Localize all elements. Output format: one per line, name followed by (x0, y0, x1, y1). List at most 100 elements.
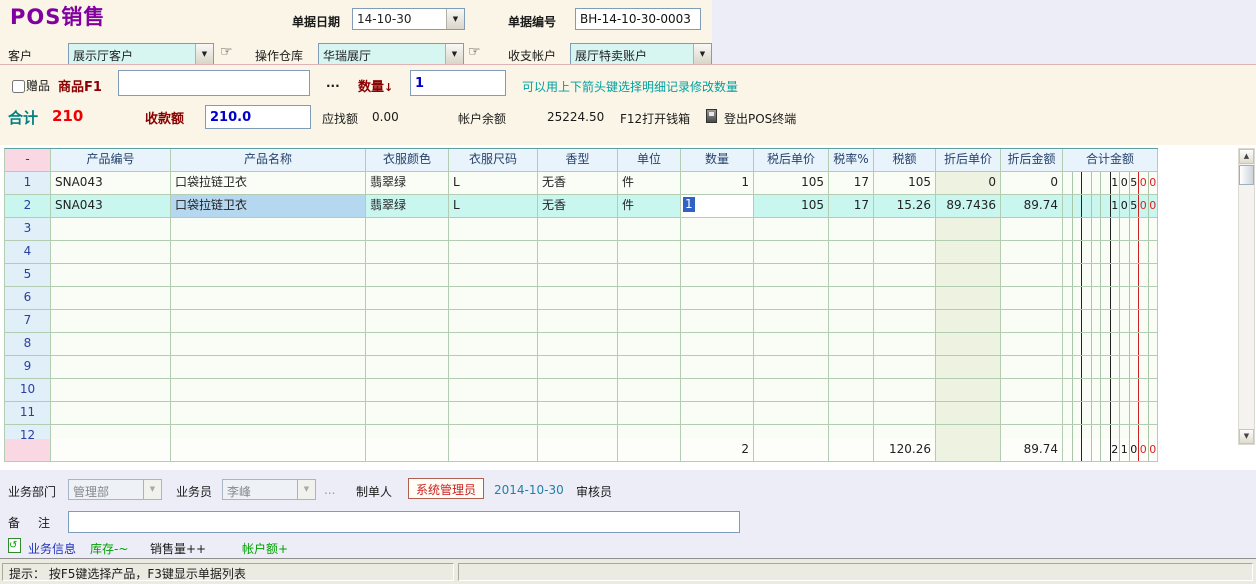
table-row[interactable]: 6 (5, 287, 1158, 310)
doc-date-dropdown-button[interactable]: ▼ (446, 9, 464, 29)
table-cell[interactable] (449, 264, 538, 286)
table-cell[interactable]: 无香 (538, 195, 618, 217)
table-cell[interactable] (681, 379, 754, 401)
table-cell[interactable] (538, 264, 618, 286)
table-cell[interactable] (51, 241, 171, 263)
note-input[interactable] (68, 511, 740, 533)
table-header-cell[interactable]: 折后金额 (1001, 149, 1063, 171)
table-cell[interactable]: 口袋拉链卫衣 (171, 195, 366, 217)
table-cell[interactable]: 11 (5, 402, 51, 424)
table-cell[interactable] (936, 425, 1001, 439)
table-cell[interactable] (874, 218, 936, 240)
received-input[interactable] (205, 105, 311, 129)
table-cell[interactable] (449, 241, 538, 263)
table-cell[interactable] (936, 264, 1001, 286)
table-cell[interactable] (449, 287, 538, 309)
table-cell[interactable] (681, 356, 754, 378)
table-cell[interactable] (449, 356, 538, 378)
table-header-cell[interactable]: 税率% (829, 149, 874, 171)
table-cell[interactable] (754, 356, 829, 378)
table-row[interactable]: 3 (5, 218, 1158, 241)
table-row[interactable]: 10 (5, 379, 1158, 402)
table-cell[interactable] (171, 333, 366, 355)
table-cell[interactable] (754, 310, 829, 332)
table-cell[interactable]: 105 (754, 195, 829, 217)
table-cell[interactable] (1063, 333, 1158, 355)
table-cell[interactable] (1001, 402, 1063, 424)
table-cell[interactable] (1063, 264, 1158, 286)
customer-combobox[interactable]: 展示厅客户 ▼ (68, 43, 214, 65)
table-header-cell[interactable]: 税后单价 (754, 149, 829, 171)
warehouse-dropdown-button[interactable]: ▼ (445, 44, 463, 64)
table-cell[interactable] (1063, 402, 1158, 424)
table-cell[interactable] (874, 402, 936, 424)
table-cell[interactable] (366, 287, 449, 309)
table-cell[interactable] (681, 310, 754, 332)
account-dropdown-button[interactable]: ▼ (693, 44, 711, 64)
table-cell[interactable] (1063, 241, 1158, 263)
table-cell[interactable] (874, 310, 936, 332)
table-cell[interactable] (681, 218, 754, 240)
doc-no-input[interactable] (575, 8, 701, 30)
table-cell[interactable] (51, 287, 171, 309)
table-cell[interactable] (829, 310, 874, 332)
table-header-cell[interactable]: 衣服尺码 (449, 149, 538, 171)
table-cell[interactable] (366, 333, 449, 355)
table-cell[interactable] (874, 287, 936, 309)
table-cell[interactable] (618, 287, 681, 309)
table-cell[interactable]: 15.26 (874, 195, 936, 217)
table-cell[interactable] (754, 425, 829, 439)
table-row[interactable]: 8 (5, 333, 1158, 356)
table-cell[interactable] (829, 287, 874, 309)
table-cell[interactable]: 3 (5, 218, 51, 240)
table-cell[interactable] (618, 379, 681, 401)
table-cell[interactable]: 105 (874, 172, 936, 194)
table-cell[interactable] (754, 287, 829, 309)
table-header-cell[interactable]: 产品编号 (51, 149, 171, 171)
table-cell[interactable] (1063, 425, 1158, 439)
table-cell[interactable] (1001, 241, 1063, 263)
table-cell[interactable] (936, 218, 1001, 240)
table-header-cell[interactable]: 单位 (618, 149, 681, 171)
table-cell[interactable]: 口袋拉链卫衣 (171, 172, 366, 194)
table-cell[interactable] (51, 264, 171, 286)
dept-combobox[interactable]: 管理部 ▼ (68, 479, 162, 500)
table-cell[interactable] (449, 425, 538, 439)
table-cell[interactable] (538, 218, 618, 240)
table-cell[interactable] (1001, 264, 1063, 286)
table-cell[interactable] (1001, 218, 1063, 240)
salesman-combobox[interactable]: 李峰 ▼ (222, 479, 316, 500)
table-cell[interactable] (171, 264, 366, 286)
table-cell[interactable] (754, 379, 829, 401)
table-cell[interactable]: 2 (5, 195, 51, 217)
table-cell[interactable] (171, 402, 366, 424)
table-header-cell[interactable]: - (5, 149, 51, 171)
table-cell[interactable]: 17 (829, 172, 874, 194)
table-header-cell[interactable]: 产品名称 (171, 149, 366, 171)
table-cell[interactable] (366, 402, 449, 424)
table-cell[interactable]: 无香 (538, 172, 618, 194)
table-cell[interactable]: SNA043 (51, 172, 171, 194)
table-row[interactable]: 9 (5, 356, 1158, 379)
table-cell[interactable]: 6 (5, 287, 51, 309)
table-cell[interactable] (618, 356, 681, 378)
table-cell[interactable] (874, 333, 936, 355)
table-cell[interactable]: 1 (5, 172, 51, 194)
table-cell[interactable] (171, 287, 366, 309)
table-cell[interactable] (618, 310, 681, 332)
table-cell[interactable] (1063, 310, 1158, 332)
table-cell[interactable] (681, 264, 754, 286)
table-cell[interactable]: 17 (829, 195, 874, 217)
table-cell[interactable] (171, 310, 366, 332)
vertical-scrollbar[interactable]: ▲ ▼ (1238, 148, 1255, 445)
table-cell[interactable] (538, 402, 618, 424)
table-cell[interactable] (538, 287, 618, 309)
table-cell[interactable] (681, 241, 754, 263)
table-cell[interactable] (366, 425, 449, 439)
table-cell[interactable] (754, 402, 829, 424)
table-cell[interactable] (829, 218, 874, 240)
table-cell[interactable]: 8 (5, 333, 51, 355)
table-row[interactable]: 11 (5, 402, 1158, 425)
table-cell[interactable]: 9 (5, 356, 51, 378)
table-cell[interactable] (829, 402, 874, 424)
